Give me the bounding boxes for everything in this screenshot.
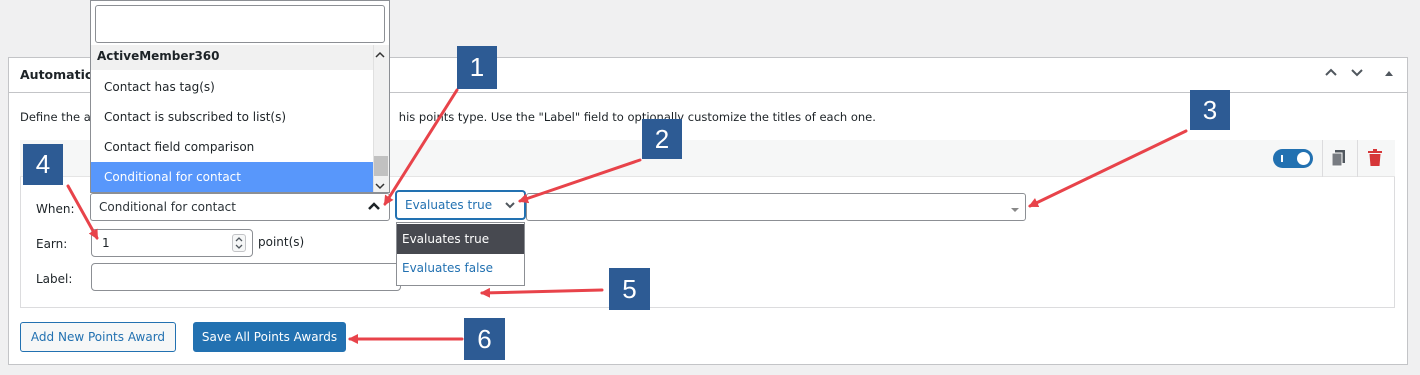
arrow-4: [66, 184, 99, 240]
callout-3: 3: [1190, 90, 1230, 130]
arrow-2: [518, 158, 642, 204]
callout-1: 1: [457, 46, 497, 89]
callout-5: 5: [609, 268, 650, 310]
arrow-5: [480, 287, 604, 298]
arrow-3: [1028, 129, 1188, 208]
callout-6: 6: [464, 318, 505, 360]
callout-2: 2: [642, 119, 682, 159]
annotation-arrows: [66, 88, 1188, 344]
callout-4: 4: [23, 144, 63, 185]
arrow-1: [383, 88, 459, 206]
